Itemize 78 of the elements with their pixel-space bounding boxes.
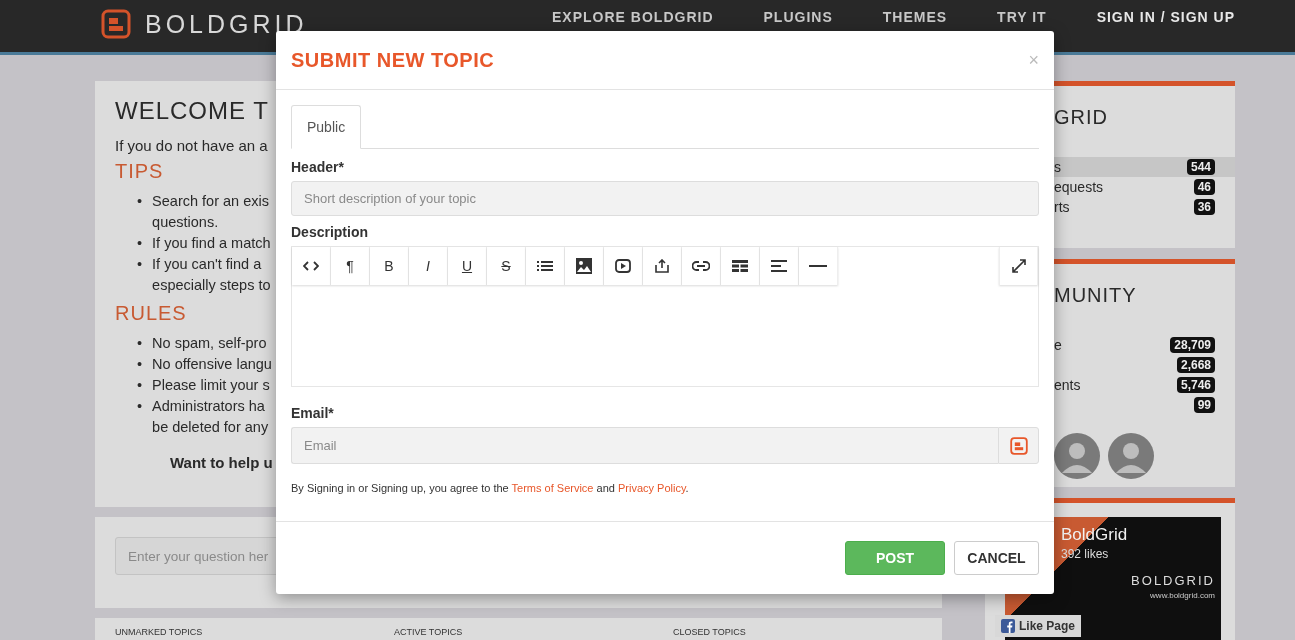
list-item-text: Please limit your s: [152, 376, 270, 395]
header-input[interactable]: Short description of your topic: [291, 181, 1039, 216]
upload-icon: [655, 259, 669, 273]
logo-text: BOLDGRID: [145, 9, 308, 39]
facebook-icon: [1001, 619, 1015, 633]
logo-icon: [101, 9, 131, 39]
category-row[interactable]: 99: [985, 395, 1235, 415]
bullet: •: [137, 234, 143, 253]
panel-title: MUNITY: [1054, 284, 1138, 307]
brand-text: BOLDGRID: [1131, 573, 1215, 588]
email-addon-button[interactable]: [998, 427, 1039, 464]
nav-link[interactable]: THEMES: [882, 9, 948, 25]
welcome-title: WELCOME T: [115, 97, 269, 125]
list-item-text: If you find a match: [152, 234, 271, 253]
topic-tab[interactable]: ACTIVE TOPICS: [394, 627, 673, 637]
list-item-text: Search for an exis questions.: [152, 192, 269, 232]
logo-icon: [1009, 436, 1028, 455]
toolbar-button[interactable]: B: [370, 247, 409, 285]
bullet: •: [137, 376, 143, 395]
toolbar-button[interactable]: [799, 247, 838, 285]
toolbar-button[interactable]: S: [487, 247, 526, 285]
align-left-icon: [771, 260, 787, 272]
like-page-button[interactable]: Like Page: [995, 615, 1082, 637]
toolbar-button[interactable]: [721, 247, 760, 285]
editor-area[interactable]: ¶ B I U S: [291, 246, 1039, 387]
list-icon: [537, 260, 553, 272]
field-label: Header*: [291, 159, 344, 175]
fullscreen-button[interactable]: [999, 247, 1038, 285]
nav-link[interactable]: TRY IT: [997, 9, 1047, 25]
list-item-text: Administrators ha be deleted for any: [152, 397, 269, 437]
list-item-text: If you can't find a especially steps to: [152, 255, 271, 295]
help-text: Want to help u: [170, 454, 273, 471]
panel-title: GRID: [1054, 106, 1109, 129]
bullet: •: [137, 397, 143, 416]
bullet: •: [137, 255, 143, 274]
privacy-link[interactable]: Privacy Policy: [617, 482, 686, 494]
toolbar-button[interactable]: [526, 247, 565, 285]
toolbar-button[interactable]: [565, 247, 604, 285]
bullet: •: [137, 355, 143, 374]
terms-link[interactable]: Terms of Service: [511, 482, 594, 494]
avatar-icon[interactable]: [1108, 433, 1154, 479]
field-label: Description: [291, 224, 368, 240]
nav-link[interactable]: SIGN IN / SIGN UP: [1096, 9, 1235, 25]
intro-text: If you do not have an a: [115, 137, 268, 154]
topic-tab[interactable]: UNMARKED TOPICS: [115, 627, 394, 637]
expand-icon: [1011, 259, 1026, 273]
table-icon: [732, 260, 748, 272]
bullet: •: [137, 192, 143, 211]
field-label: Email*: [291, 405, 334, 421]
toolbar-button[interactable]: [604, 247, 643, 285]
avatar-icon[interactable]: [1054, 433, 1100, 479]
list-item-text: No spam, self-pro: [152, 334, 267, 353]
url-text: www.boldgrid.com: [1150, 591, 1215, 600]
horizontal-rule-icon: [809, 265, 827, 267]
video-icon: [615, 259, 631, 273]
list-item-text: No offensive langu: [152, 355, 272, 374]
nav-link[interactable]: EXPLORE BOLDGRID: [552, 9, 714, 25]
toolbar-button[interactable]: I: [409, 247, 448, 285]
toolbar-button[interactable]: U: [448, 247, 487, 285]
toolbar-button[interactable]: [292, 247, 331, 285]
section-heading: TIPS: [115, 160, 164, 183]
dialog-title: SUBMIT NEW TOPIC: [291, 48, 495, 72]
terms-text: By Signing in or Signing up, you agree to the Terms of Service and Privacy Policy.: [291, 482, 690, 494]
toolbar-button[interactable]: [682, 247, 721, 285]
tab[interactable]: Public: [291, 105, 362, 149]
nav-link[interactable]: PLUGINS: [763, 9, 833, 25]
section-heading: RULES: [115, 302, 187, 325]
link-icon: [692, 261, 710, 271]
code-icon: [303, 260, 319, 272]
topic-tab[interactable]: CLOSED TOPICS: [673, 627, 746, 637]
toolbar-button[interactable]: [643, 247, 682, 285]
email-input[interactable]: Email: [291, 427, 998, 464]
toolbar-button[interactable]: [760, 247, 799, 285]
bullet: •: [137, 334, 143, 353]
image-icon: [576, 258, 592, 274]
likes-count: 392 likes: [1061, 547, 1109, 561]
toolbar-button[interactable]: ¶: [331, 247, 370, 285]
cancel-button[interactable]: CANCEL: [954, 541, 1039, 575]
